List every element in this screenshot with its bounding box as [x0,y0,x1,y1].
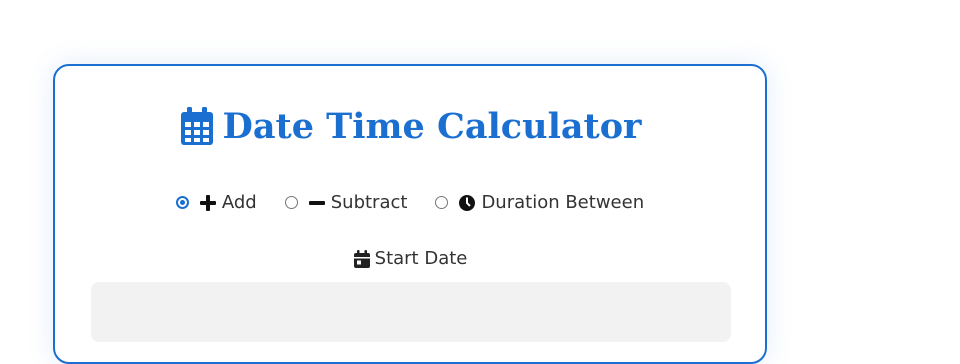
subtract-label: Subtract [330,192,408,213]
calculator-card: Date Time Calculator Add Subtract Durati… [53,64,767,364]
page-title: Date Time Calculator [55,106,765,147]
duration-radio[interactable] [435,196,449,209]
mode-duration-between[interactable]: Duration Between [435,192,644,213]
add-label: Add [221,192,257,213]
calendar-icon [180,106,213,145]
title-text: Date Time Calculator [222,106,642,147]
mode-subtract[interactable]: Subtract [284,192,408,213]
add-radio[interactable] [175,196,189,209]
minus-icon [308,200,325,205]
subtract-radio[interactable] [284,196,298,209]
start-date-input[interactable] [91,282,731,342]
clock-icon [459,194,476,211]
calendar-day-icon [353,249,370,268]
mode-add[interactable]: Add [175,192,257,213]
mode-selector: Add Subtract Duration Between [55,192,765,213]
start-date-label: Start Date [55,248,765,269]
plus-icon [199,194,216,211]
start-date-text: Start Date [374,248,468,269]
duration-label: Duration Between [481,192,645,213]
